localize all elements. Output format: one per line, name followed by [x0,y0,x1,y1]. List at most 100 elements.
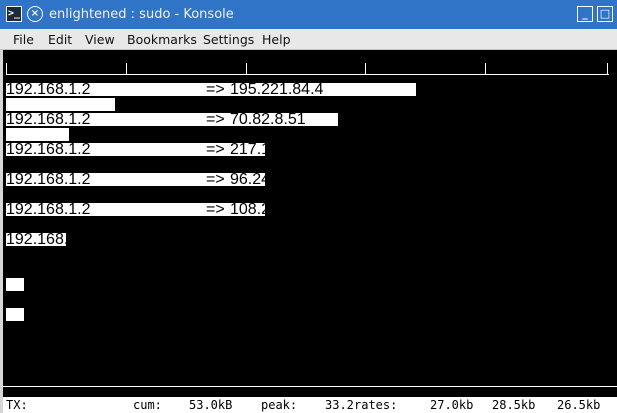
dest-host: 173.255.230.5 [230,231,333,248]
dest-host: 70.82.8.51 [230,111,306,128]
source-host: 192.168.1.2 [6,141,91,158]
rate-in: 2.76kb [430,216,479,233]
arrow-out: => [206,81,225,98]
rate-out: 158b [492,351,528,368]
rate-in: 1.64kb [430,306,479,323]
window-title: enlightened : sudo - Konsole [49,7,234,22]
dest-host: 108.216.65.96 [230,201,333,218]
scale-tick [365,63,366,74]
scale-label: 50.0kb [486,51,535,68]
dest-host: 195.221.84.4 [230,81,324,98]
rate-in: 0b [430,246,448,263]
rate-out: 208b [430,321,466,338]
source-host: 192.168.1.2 [6,111,91,128]
menu-help[interactable]: Help [262,32,291,47]
source-host: 192.168.1.2 [6,171,91,188]
window-menu-icon[interactable]: × [27,6,43,22]
arrow-in: <= [206,216,225,233]
rate-10s: 28.5kb [492,398,536,412]
rate-out: 0b [430,231,448,248]
window-titlebar[interactable]: >_ × enlightened : sudo - Konsole _ □ [0,0,617,29]
rate-in: 0.98kb [492,276,541,293]
rate-in: 76b [557,366,584,383]
rate-in: 10.2kb [430,96,479,113]
scale-label: 62.5kb [565,51,614,68]
dest-host: 217.126.101.254 [230,141,351,158]
arrow-out: => [206,261,225,278]
arrow-out: => [206,141,225,158]
rates-label: rates: [354,398,398,412]
arrow-out: => [206,201,225,218]
rate-out: 208b [492,321,528,338]
rate-out: 1.01kb [557,231,606,248]
menu-file[interactable]: File [13,32,34,47]
rate-in: 3.26kb [557,216,606,233]
menu-edit[interactable]: Edit [48,32,72,47]
arrow-in: <= [206,336,225,353]
tx-label: TX: [6,398,28,412]
arrow-in: <= [206,306,225,323]
rate-out: 5.80kb [557,81,606,98]
rate-in: 3.39kb [492,216,541,233]
arrow-in: <= [206,246,225,263]
rate-out: 5.25kb [557,111,606,128]
rate-out: 5.36kb [430,111,479,128]
arrow-in: <= [206,96,225,113]
rate-out: 736b [430,261,466,278]
rate-in: 7.99kb [492,126,541,143]
rate-out: 576b [492,291,528,308]
rate-out: 1.58kb [492,231,541,248]
separator-line [3,386,617,387]
rate-in: 4.48kb [430,156,479,173]
rate-in: 455b [557,246,593,263]
rate-out: 4.29kb [430,171,479,188]
peak-value: 33.2 [325,398,354,412]
rate-in: 9.41kb [557,96,606,113]
terminal-icon: >_ [6,6,22,22]
rate-out: 3.70kb [430,201,479,218]
dest-host: 23.236.59.231 [230,291,333,308]
rate-in: 941b [492,306,528,323]
source-host: 192.168.1.2 [6,291,91,308]
rate-in: 4.76kb [492,156,541,173]
rate-in: 840b [557,306,593,323]
rate-out: 4.49kb [557,171,606,188]
rate-in: 7.60kb [557,126,606,143]
rate-out: 4.43kb [557,141,606,158]
rate-in: 4.51kb [557,156,606,173]
dest-host: 74.125.135.125 [230,351,342,368]
rate-out: 6.67kb [430,81,479,98]
rate-in: 4.48kb [430,186,479,203]
dest-host: 216.33.130.209 [230,321,342,338]
menu-view[interactable]: View [85,32,115,47]
scale-label: 37.5kb [366,51,415,68]
cum-label: cum: [133,398,162,412]
source-host: 192.168.1.2 [6,351,91,368]
scale-tick [485,63,486,74]
source-host: 192.168.1.2 [6,231,91,248]
rate-out: 1.12kb [430,291,479,308]
bar-in [6,128,69,141]
scale-tick [126,63,127,74]
menu-settings[interactable]: Settings [203,32,254,47]
scale-tick [6,63,7,74]
menu-bookmarks[interactable]: Bookmarks [127,32,197,47]
arrow-in: <= [206,276,225,293]
dest-host: 130.127.255.220 [230,261,351,278]
minimize-icon[interactable]: _ [577,6,593,22]
rate-out: 4.70kb [430,141,479,158]
rate-out: 6.18kb [492,81,541,98]
maximize-icon[interactable]: □ [597,6,613,22]
arrow-out: => [206,291,225,308]
source-host: 192.168.1.2 [6,321,91,338]
peak-label: peak: [261,398,298,412]
rate-out: 208b [557,321,593,338]
rate-in: 4.58kb [557,186,606,203]
bar-in [6,98,115,111]
rate-out: 3.54kb [557,201,606,218]
dest-host: 96.242.40.175 [230,171,333,188]
scale-label: 25.0kb [247,51,296,68]
rate-out: 662b [492,261,528,278]
scale-label: 12.5kb [127,51,176,68]
rate-40s: 26.5kb [557,398,601,412]
